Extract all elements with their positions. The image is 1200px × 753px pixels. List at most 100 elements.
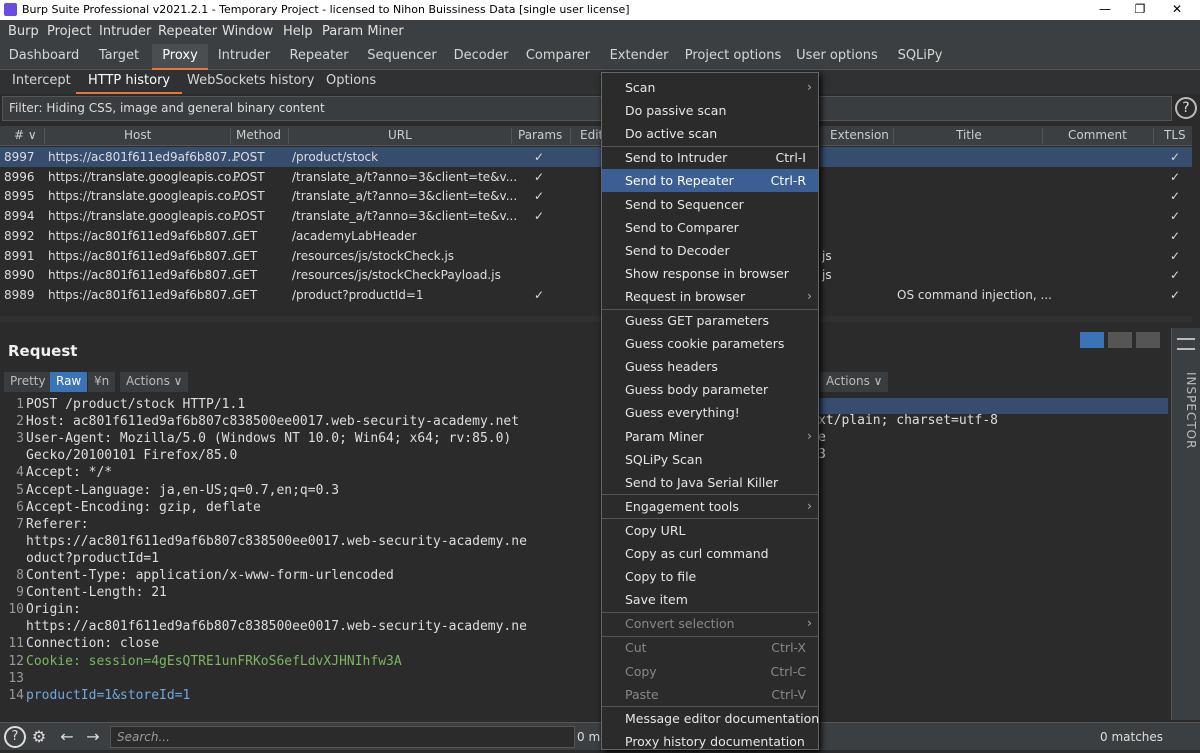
menu-param-miner[interactable]: Param Miner [322, 24, 404, 39]
menu-item-scan[interactable]: Scan › [602, 76, 818, 99]
menu-item-send-to-comparer[interactable]: Send to Comparer [602, 216, 818, 239]
col-url[interactable]: URL [388, 128, 412, 142]
col-comment[interactable]: Comment [1068, 128, 1127, 142]
layout-side-by-side-icon[interactable] [1080, 332, 1104, 348]
code-line[interactable]: POST /product/stock HTTP/1.1 [26, 397, 245, 412]
menu-item-send-to-sequencer[interactable]: Send to Sequencer [602, 193, 818, 216]
raw-button[interactable]: Raw [50, 372, 88, 392]
table-row[interactable]: 8990 https://ac801f611ed9af6b807... GET/re… [0, 265, 1192, 285]
pretty-button[interactable]: Pretty [4, 372, 52, 392]
table-row[interactable]: 8989 https://ac801f611ed9af6b807... GET/pr… [0, 285, 1192, 305]
menu-item-send-to-java-serial-killer[interactable]: Send to Java Serial Killer [602, 471, 818, 494]
layout-single-icon[interactable] [1136, 332, 1160, 348]
code-line[interactable]: Accept-Encoding: gzip, deflate [26, 500, 261, 515]
code-line[interactable]: Accept-Language: ja,en-US;q=0.7,en;q=0.3 [26, 483, 339, 498]
col-number[interactable]: # ∨ [14, 128, 37, 142]
code-line[interactable]: productId=1&storeId=1 [26, 688, 190, 703]
col-edited[interactable]: Edit [580, 128, 603, 142]
menu-intruder[interactable]: Intruder [99, 24, 151, 39]
hamburger-icon[interactable] [1177, 338, 1195, 350]
menu-project[interactable]: Project [47, 24, 91, 39]
tab-project-options[interactable]: Project options [683, 44, 783, 70]
col-title[interactable]: Title [956, 128, 982, 142]
menu-window[interactable]: Window [222, 24, 273, 39]
menu-item-guess-body-parameter[interactable]: Guess body parameter [602, 378, 818, 401]
menu-item-guess-get-parameters[interactable]: Guess GET parameters [602, 309, 818, 332]
menu-item-message-editor-documentation[interactable]: Message editor documentation [602, 707, 819, 730]
minimize-icon[interactable]: — [1090, 2, 1120, 18]
col-host[interactable]: Host [124, 128, 151, 142]
back-arrow-icon[interactable]: ← [56, 726, 78, 748]
code-line[interactable]: Content-Type: application/x-www-form-url… [26, 568, 394, 583]
menu-item-copy-as-curl-command[interactable]: Copy as curl command [602, 542, 818, 565]
col-extension[interactable]: Extension [830, 128, 889, 142]
menu-item-param-miner[interactable]: Param Miner › [602, 425, 818, 448]
menu-item-show-response-in-browser[interactable]: Show response in browser [602, 262, 818, 285]
close-icon[interactable]: ✕ [1162, 2, 1192, 18]
inspector-label[interactable]: INSPECTOR [1172, 372, 1198, 449]
menu-item-guess-cookie-parameters[interactable]: Guess cookie parameters [602, 332, 818, 355]
newline-button[interactable]: ¥n [88, 372, 116, 392]
menu-item-sqlipy-scan[interactable]: SQLiPy Scan [602, 448, 818, 471]
table-row[interactable]: 8997 https://ac801f611ed9af6b807... POST/p… [0, 147, 1192, 167]
gear-icon[interactable]: ⚙ [28, 726, 50, 748]
tab-sequencer[interactable]: Sequencer [362, 44, 442, 70]
code-line[interactable]: Accept: */* [26, 465, 112, 480]
menu-item-copy-to-file[interactable]: Copy to file [602, 565, 818, 588]
menu-item-send-to-repeater[interactable]: Send to Repeater Ctrl-R [602, 169, 818, 193]
code-line[interactable]: Host: ac801f611ed9af6b807c838500ee0017.w… [26, 414, 519, 429]
subtab-websockets-history[interactable]: WebSockets history [187, 70, 314, 94]
table-row[interactable]: 8991 https://ac801f611ed9af6b807... GET/re… [0, 246, 1192, 266]
subtab-http-history[interactable]: HTTP history [76, 70, 183, 94]
help-icon[interactable]: ? [4, 726, 26, 748]
code-line[interactable]: Cookie: session=4gEsQTRE1unFRKoS6efLdvXJ… [26, 654, 402, 669]
code-line[interactable]: Content-Length: 21 [26, 585, 167, 600]
request-editor[interactable]: 1 POST /product/stock HTTP/1.1 2 Host: ac80… [0, 396, 610, 711]
tab-proxy[interactable]: Proxy [152, 44, 208, 70]
menu-item-guess-headers[interactable]: Guess headers [602, 355, 818, 378]
tab-repeater[interactable]: Repeater [283, 44, 355, 70]
col-params[interactable]: Params [518, 128, 562, 142]
filter-bar[interactable]: Filter: Hiding CSS, image and general bi… [2, 96, 1172, 121]
table-row[interactable]: 8996 https://translate.googleapis.co... PO… [0, 167, 1192, 187]
code-line[interactable]: Origin: [26, 602, 81, 617]
code-line[interactable]: User-Agent: Mozilla/5.0 (Windows NT 10.0… [26, 431, 511, 446]
menu-repeater[interactable]: Repeater [158, 24, 217, 39]
menu-item-copy-url[interactable]: Copy URL [602, 519, 818, 542]
tab-comparer[interactable]: Comparer [520, 44, 596, 70]
menu-item-save-item[interactable]: Save item [602, 588, 818, 611]
menu-item-do-passive-scan[interactable]: Do passive scan [602, 99, 818, 122]
code-line[interactable]: Gecko/20100101 Firefox/85.0 [26, 448, 237, 463]
col-method[interactable]: Method [236, 128, 281, 142]
search-input[interactable]: Search... [110, 726, 575, 748]
code-line[interactable]: Connection: close [26, 636, 159, 651]
code-line[interactable]: oduct?productId=1 [26, 551, 159, 566]
tab-intruder[interactable]: Intruder [210, 44, 278, 70]
layout-stacked-icon[interactable] [1108, 332, 1132, 348]
maximize-icon[interactable]: ❐ [1125, 2, 1155, 18]
help-icon[interactable]: ? [1175, 97, 1197, 119]
table-horizontal-scrollbar[interactable] [0, 316, 1192, 322]
menu-item-proxy-history-documentation[interactable]: Proxy history documentation [602, 730, 818, 753]
menu-item-send-to-decoder[interactable]: Send to Decoder [602, 239, 818, 262]
table-row[interactable]: 8995 https://translate.googleapis.co... PO… [0, 186, 1192, 206]
tab-target[interactable]: Target [88, 44, 150, 70]
menu-help[interactable]: Help [283, 24, 313, 39]
subtab-options[interactable]: Options [326, 70, 376, 94]
tab-user-options[interactable]: User options [793, 44, 881, 70]
tab-sqlipy[interactable]: SQLiPy [890, 44, 950, 70]
table-row[interactable]: 8994 https://translate.googleapis.co... PO… [0, 206, 1192, 226]
response-actions-dropdown[interactable]: Actions ∨ [820, 372, 889, 392]
request-actions-dropdown[interactable]: Actions ∨ [120, 372, 189, 392]
menu-item-request-in-browser[interactable]: Request in browser › [602, 285, 818, 308]
code-line[interactable]: https://ac801f611ed9af6b807c838500ee0017… [26, 619, 527, 634]
menu-item-guess-everything[interactable]: Guess everything! [602, 401, 818, 424]
menu-item-send-to-intruder[interactable]: Send to Intruder Ctrl-I [602, 146, 818, 169]
subtab-intercept[interactable]: Intercept [12, 70, 71, 94]
tab-extender[interactable]: Extender [604, 44, 674, 70]
menu-burp[interactable]: Burp [8, 24, 39, 39]
forward-arrow-icon[interactable]: → [82, 726, 104, 748]
col-tls[interactable]: TLS [1164, 128, 1186, 142]
tab-decoder[interactable]: Decoder [449, 44, 513, 70]
menu-item-do-active-scan[interactable]: Do active scan [602, 122, 818, 145]
